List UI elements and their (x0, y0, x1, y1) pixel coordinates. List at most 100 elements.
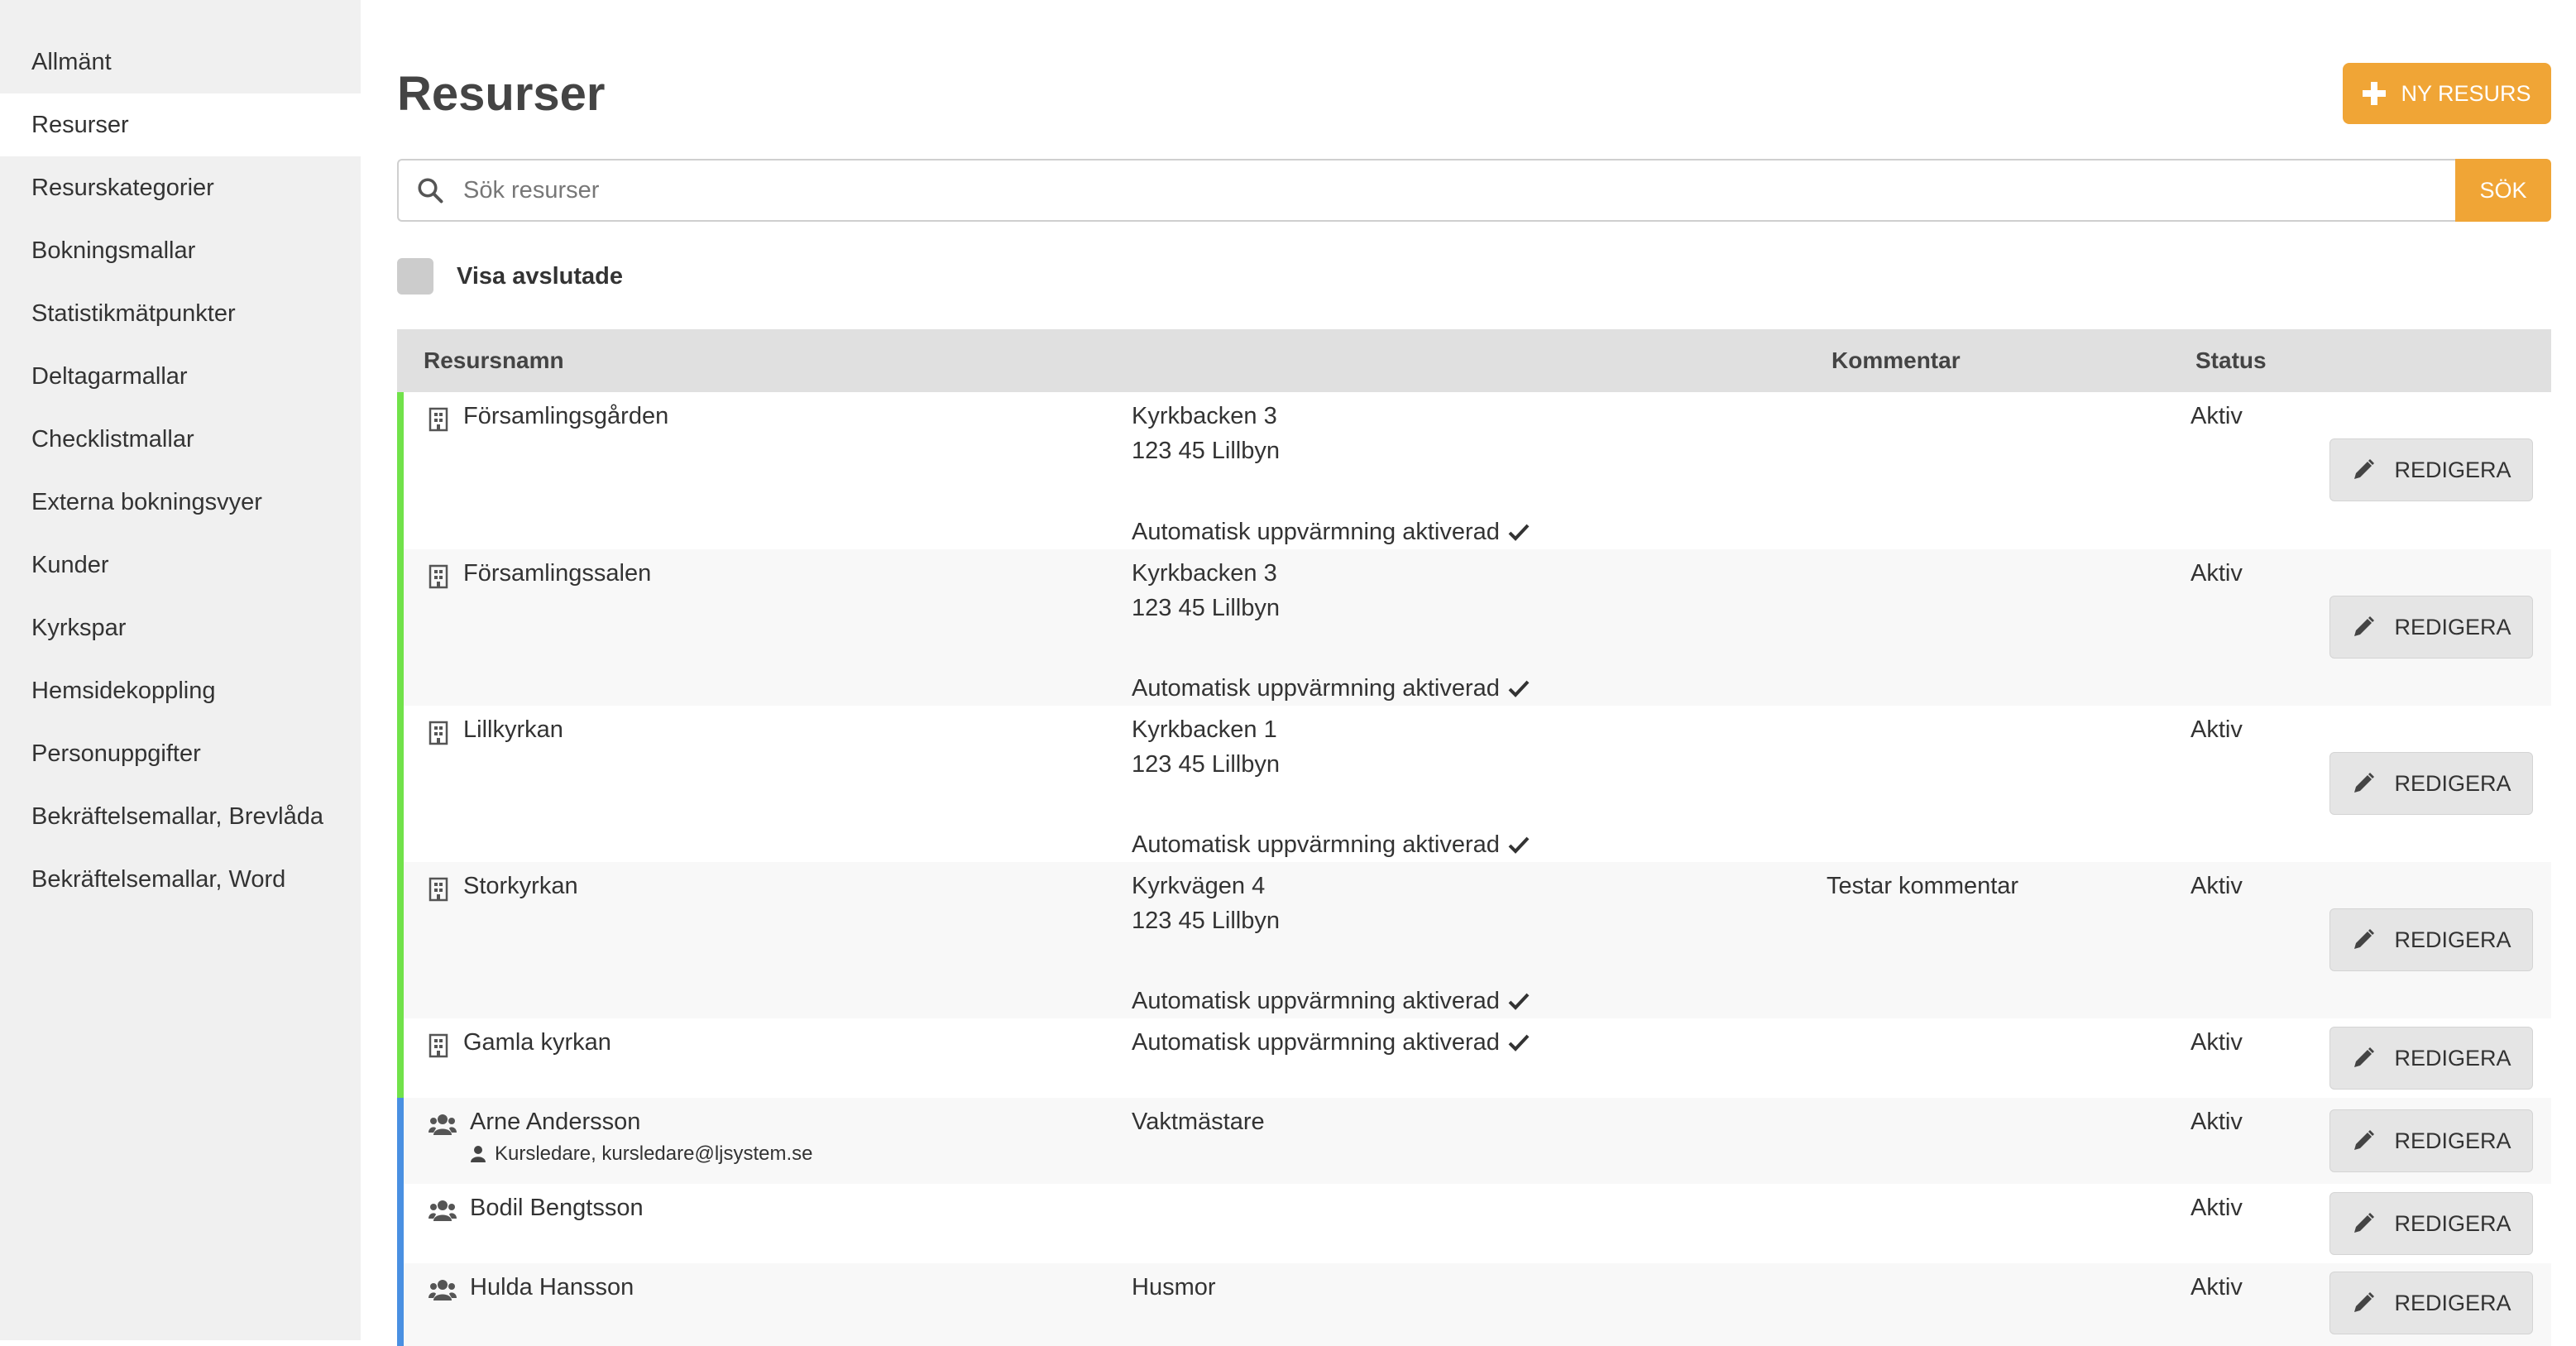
search-input[interactable]: Sök resurser (397, 159, 2455, 222)
heating-label: Automatisk uppvärmning aktiverad (1132, 988, 1500, 1014)
sidebar-item-resurskategorier[interactable]: Resurskategorier (0, 156, 361, 219)
pencil-icon (2354, 1130, 2375, 1150)
sidebar-item-allmant[interactable]: Allmänt (0, 31, 361, 93)
sidebar: Allmänt Resurser Resurskategorier Boknin… (0, 0, 361, 1340)
resource-name[interactable]: Storkyrkan (463, 869, 578, 903)
column-header-status[interactable]: Status (2195, 329, 2267, 392)
search-placeholder: Sök resurser (463, 176, 600, 204)
address-city: 123 45 Lillbyn (1132, 908, 1280, 934)
users-icon (429, 1200, 457, 1221)
edit-button[interactable]: REDIGERA (2329, 908, 2533, 971)
resource-name[interactable]: Lillkyrkan (463, 712, 563, 747)
users-icon (429, 1280, 457, 1300)
address-street: Kyrkbacken 1 (1132, 716, 1277, 743)
building-icon (429, 721, 448, 745)
person-title: Vaktmästare (1132, 1109, 1265, 1135)
edit-button[interactable]: REDIGERA (2329, 1192, 2533, 1255)
sidebar-item-statistikmatpunkter[interactable]: Statistikmätpunkter (0, 282, 361, 345)
sidebar-item-kunder[interactable]: Kunder (0, 534, 361, 596)
address-street: Kyrkbacken 3 (1132, 403, 1277, 429)
resource-name[interactable]: Bodil Bengtsson (470, 1190, 644, 1225)
building-icon (429, 1033, 448, 1058)
heating-status: Automatisk uppvärmning aktiverad (1132, 1025, 1530, 1060)
sidebar-item-hemsidekoppling[interactable]: Hemsidekoppling (0, 659, 361, 722)
search-button[interactable]: SÖK (2455, 159, 2551, 222)
table-row: Församlingssalen Kyrkbacken 3 123 45 Lil… (397, 549, 2551, 706)
edit-label: REDIGERA (2394, 1290, 2511, 1315)
pencil-icon (2354, 1213, 2375, 1233)
edit-button[interactable]: REDIGERA (2329, 438, 2533, 501)
edit-label: REDIGERA (2394, 1045, 2511, 1071)
table-row: Storkyrkan Kyrkvägen 4 123 45 Lillbyn Au… (397, 862, 2551, 1018)
resource-name[interactable]: Gamla kyrkan (463, 1025, 611, 1060)
sidebar-item-checklistmallar[interactable]: Checklistmallar (0, 408, 361, 471)
edit-button[interactable]: REDIGERA (2329, 596, 2533, 659)
resource-name[interactable]: Hulda Hansson (470, 1270, 634, 1305)
resource-status: Aktiv (2191, 1274, 2243, 1300)
resource-name[interactable]: Församlingssalen (463, 556, 651, 591)
edit-label: REDIGERA (2394, 457, 2511, 482)
check-icon (1508, 993, 1530, 1010)
page-title: Resurser (397, 67, 606, 121)
new-resource-label: NY RESURS (2401, 80, 2531, 106)
person-role-label: Kursledare, kursledare@ljsystem.se (495, 1142, 813, 1165)
column-header-comment[interactable]: Kommentar (1831, 329, 1961, 392)
sidebar-item-bokningsmallar[interactable]: Bokningsmallar (0, 219, 361, 282)
sidebar-item-personuppgifter[interactable]: Personuppgifter (0, 722, 361, 785)
sidebar-item-bekraftelsemallar-word[interactable]: Bekräftelsemallar, Word (0, 848, 361, 911)
table-row: Arne Andersson Kursledare, kursledare@lj… (397, 1098, 2551, 1184)
heating-label: Automatisk uppvärmning aktiverad (1132, 831, 1500, 858)
heating-label: Automatisk uppvärmning aktiverad (1132, 519, 1500, 545)
plus-icon (2363, 82, 2387, 105)
show-ended-checkbox[interactable] (397, 258, 433, 295)
table-header: Resursnamn Kommentar Status (397, 329, 2551, 392)
resource-name[interactable]: Församlingsgården (463, 399, 668, 433)
pencil-icon (2354, 616, 2375, 636)
pencil-icon (2354, 1292, 2375, 1312)
edit-button[interactable]: REDIGERA (2329, 1027, 2533, 1090)
column-header-name[interactable]: Resursnamn (424, 329, 564, 392)
table-row: Lillkyrkan Kyrkbacken 1 123 45 Lillbyn A… (397, 706, 2551, 862)
table-row: Bodil Bengtsson Aktiv REDIGERA (397, 1184, 2551, 1263)
pencil-icon (2354, 1047, 2375, 1067)
main-content: Resurser NY RESURS Sök resurser SÖK Visa… (397, 0, 2551, 1346)
pencil-icon (2354, 773, 2375, 793)
person-title: Husmor (1132, 1274, 1216, 1300)
search-icon (418, 178, 443, 204)
building-icon (429, 877, 448, 902)
check-icon (1508, 680, 1530, 697)
show-ended-filter: Visa avslutade (397, 258, 623, 295)
resource-status: Aktiv (2191, 403, 2243, 429)
sidebar-item-externa-bokningsvyer[interactable]: Externa bokningsvyer (0, 471, 361, 534)
pencil-icon (2354, 459, 2375, 479)
edit-label: REDIGERA (2394, 1128, 2511, 1153)
address-street: Kyrkvägen 4 (1132, 873, 1266, 899)
heating-status: Automatisk uppvärmning aktiverad (1132, 515, 1530, 549)
edit-label: REDIGERA (2394, 614, 2511, 639)
user-icon (471, 1146, 486, 1162)
edit-label: REDIGERA (2394, 1210, 2511, 1236)
table-row: Församlingsgården Kyrkbacken 3 123 45 Li… (397, 392, 2551, 549)
address-city: 123 45 Lillbyn (1132, 438, 1280, 464)
address-city: 123 45 Lillbyn (1132, 595, 1280, 621)
resource-address: Kyrkbacken 3 123 45 Lillbyn (1132, 399, 1280, 468)
address-city: 123 45 Lillbyn (1132, 751, 1280, 778)
users-icon (429, 1114, 457, 1135)
edit-button[interactable]: REDIGERA (2329, 1109, 2533, 1172)
table-row: Hulda Hansson Husmor Aktiv REDIGERA (397, 1263, 2551, 1346)
sidebar-item-kyrkspar[interactable]: Kyrkspar (0, 596, 361, 659)
building-icon (429, 564, 448, 589)
edit-button[interactable]: REDIGERA (2329, 1272, 2533, 1334)
resource-status: Aktiv (2191, 1029, 2243, 1056)
edit-button[interactable]: REDIGERA (2329, 752, 2533, 815)
show-ended-label: Visa avslutade (457, 262, 623, 290)
resource-status: Aktiv (2191, 1195, 2243, 1221)
heating-status: Automatisk uppvärmning aktiverad (1132, 671, 1530, 706)
resource-table: Församlingsgården Kyrkbacken 3 123 45 Li… (397, 392, 2551, 1346)
resource-address: Kyrkvägen 4 123 45 Lillbyn (1132, 869, 1280, 938)
new-resource-button[interactable]: NY RESURS (2343, 63, 2551, 124)
sidebar-item-resurser[interactable]: Resurser (0, 93, 361, 156)
sidebar-item-deltagarmallar[interactable]: Deltagarmallar (0, 345, 361, 408)
sidebar-item-bekraftelsemallar-brevlada[interactable]: Bekräftelsemallar, Brevlåda (0, 785, 361, 848)
resource-name[interactable]: Arne Andersson (470, 1104, 640, 1139)
